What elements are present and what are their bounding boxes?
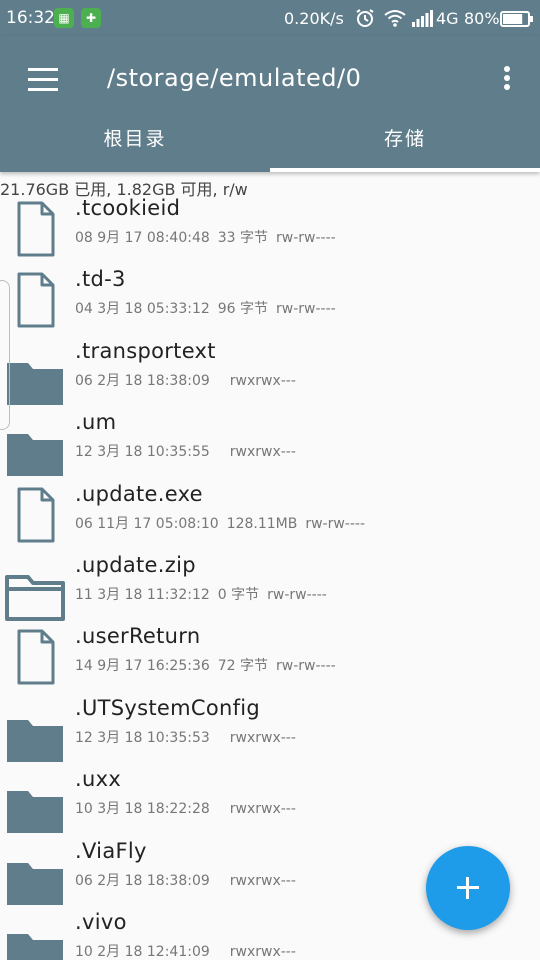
file-meta: 12 3月 18 10:35:55 rwxrwx--- (75, 441, 304, 461)
file-date: 11 3月 18 11:32:12 (75, 587, 210, 603)
file-size: 0 字节 (217, 587, 260, 603)
file-list-item[interactable]: .uxx 10 3月 18 18:22:28 rwxrwx--- (0, 767, 540, 838)
file-meta: 11 3月 18 11:32:12 0 字节 rw-rw---- (75, 584, 335, 604)
file-name: .userReturn (75, 624, 201, 649)
network-speed: 0.20K/s (284, 9, 344, 28)
folder-icon (4, 359, 66, 413)
file-permissions: rwxrwx--- (229, 944, 296, 960)
folder-icon (4, 716, 66, 770)
file-meta: 04 3月 18 05:33:12 96 字节 rw-rw---- (75, 298, 344, 318)
menu-icon[interactable] (28, 68, 58, 92)
folder-icon (4, 787, 66, 841)
file-name: .td-3 (75, 267, 126, 292)
file-size: 128.11MB (226, 515, 298, 532)
more-options-icon[interactable] (500, 66, 514, 96)
file-permissions: rwxrwx--- (229, 372, 296, 389)
file-name: .ViaFly (75, 838, 147, 863)
app-bar: /storage/emulated/0 根目录 存储 (0, 36, 540, 172)
file-name: .vivo (75, 910, 127, 934)
file-date: 10 2月 18 12:41:09 (75, 944, 210, 960)
file-icon (16, 628, 56, 690)
battery-icon (500, 11, 533, 27)
file-list-item[interactable]: .update.zip 11 3月 18 11:32:12 0 字节 rw-rw---… (0, 553, 540, 624)
wifi-icon (384, 10, 406, 27)
tab-root[interactable]: 根目录 (0, 124, 270, 172)
tab-bar: 根目录 存储 (0, 124, 540, 172)
file-name: .update.exe (75, 481, 203, 506)
file-size: 72 字节 (217, 658, 269, 675)
current-path: /storage/emulated/0 (107, 64, 362, 92)
file-permissions: rw-rw---- (305, 515, 366, 532)
file-date: 10 3月 18 18:22:28 (75, 801, 210, 818)
file-list-item[interactable]: .tcookieid 08 9月 17 08:40:48 33 字节 rw-rw---… (0, 196, 540, 267)
file-list-item[interactable]: .transportext 06 2月 18 18:38:09 rwxrwx--- (0, 339, 540, 410)
file-permissions: rwxrwx--- (229, 872, 296, 889)
file-icon (16, 486, 56, 548)
add-fab-button[interactable] (426, 846, 510, 930)
battery-percent: 80% (464, 9, 500, 28)
folder-icon (4, 859, 66, 913)
file-meta: 06 11月 17 05:08:10 128.11MB rw-rw---- (75, 513, 373, 533)
edge-drawer-handle[interactable] (0, 280, 10, 430)
file-date: 04 3月 18 05:33:12 (75, 301, 210, 318)
active-tab-indicator (270, 168, 540, 172)
file-name: .tcookieid (75, 196, 181, 220)
file-meta: 06 2月 18 18:38:09 rwxrwx--- (75, 370, 304, 390)
file-date: 06 11月 17 05:08:10 (75, 515, 219, 532)
file-date: 14 9月 17 16:25:36 (75, 658, 210, 675)
file-meta: 14 9月 17 16:25:36 72 字节 rw-rw---- (75, 655, 344, 675)
status-bar: 16:32 ▦ ✚ 0.20K/s 4G 80% (0, 0, 540, 36)
file-icon (16, 271, 56, 333)
file-permissions: rw-rw---- (267, 587, 327, 603)
file-permissions: rw-rw---- (276, 230, 336, 246)
file-permissions: rwxrwx--- (229, 801, 296, 818)
network-type: 4G (436, 9, 459, 28)
file-meta: 10 3月 18 18:22:28 rwxrwx--- (75, 798, 304, 818)
archive-folder-icon (4, 573, 66, 627)
file-list-item[interactable]: .userReturn 14 9月 17 16:25:36 72 字节 rw-rw--… (0, 624, 540, 695)
wechat-icon: ✚ (81, 8, 101, 28)
file-permissions: rw-rw---- (276, 658, 336, 675)
file-meta: 10 2月 18 12:41:09 rwxrwx--- (75, 941, 304, 960)
file-name: .uxx (75, 767, 122, 792)
sheet-app-icon: ▦ (54, 8, 74, 28)
folder-icon (4, 930, 66, 960)
file-permissions: rw-rw---- (276, 301, 336, 318)
file-name: .update.zip (75, 553, 196, 577)
tab-storage[interactable]: 存储 (270, 124, 540, 172)
plus-icon-vertical (466, 877, 469, 899)
file-date: 06 2月 18 18:38:09 (75, 372, 210, 389)
signal-icon (412, 10, 433, 27)
file-icon (16, 200, 56, 262)
alarm-icon (356, 9, 374, 27)
folder-icon (4, 430, 66, 484)
file-meta: 08 9月 17 08:40:48 33 字节 rw-rw---- (75, 227, 344, 247)
file-meta: 12 3月 18 10:35:53 rwxrwx--- (75, 727, 304, 747)
file-permissions: rwxrwx--- (229, 729, 296, 746)
file-date: 12 3月 18 10:35:55 (75, 444, 210, 461)
file-size: 33 字节 (217, 230, 269, 246)
file-list-item[interactable]: .um 12 3月 18 10:35:55 rwxrwx--- (0, 410, 540, 481)
file-list-item[interactable]: .update.exe 06 11月 17 05:08:10 128.11MB rw-… (0, 482, 540, 553)
file-list-item[interactable]: .UTSystemConfig 12 3月 18 10:35:53 rwxrwx--… (0, 696, 540, 767)
file-size: 96 字节 (217, 301, 269, 318)
status-time: 16:32 (6, 8, 55, 28)
file-date: 08 9月 17 08:40:48 (75, 230, 210, 246)
file-name: .UTSystemConfig (75, 695, 261, 720)
file-date: 06 2月 18 18:38:09 (75, 872, 210, 889)
file-list-item[interactable]: .td-3 04 3月 18 05:33:12 96 字节 rw-rw---- (0, 267, 540, 338)
file-permissions: rwxrwx--- (229, 444, 296, 461)
file-name: .um (75, 410, 117, 435)
file-meta: 06 2月 18 18:38:09 rwxrwx--- (75, 870, 304, 890)
file-date: 12 3月 18 10:35:53 (75, 729, 210, 746)
file-name: .transportext (75, 338, 216, 363)
